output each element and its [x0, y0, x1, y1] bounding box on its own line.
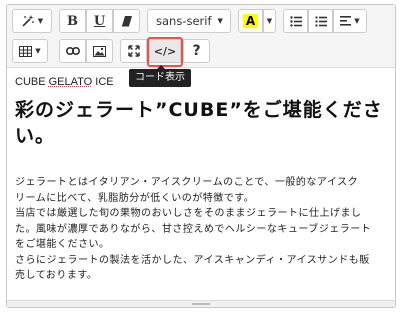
- color-dropdown-button[interactable]: ▼: [263, 9, 276, 33]
- bold-label: B: [67, 13, 78, 29]
- small-title-underlined: GELATO: [48, 76, 93, 88]
- fullscreen-icon: [127, 45, 140, 57]
- code-view-tooltip: コード表示: [129, 65, 191, 87]
- help-label: ?: [192, 43, 201, 59]
- editor-content-area[interactable]: CUBE GELATO ICE 彩のジェラート”CUBE”をご堪能ください。 ジ…: [15, 75, 387, 284]
- resize-grip-icon: [192, 303, 210, 305]
- paragraph-line: た。風味が濃厚でありながら、甘さ控えめでヘルシーなキューブジェラート: [15, 223, 372, 235]
- magic-wand-icon: [21, 14, 35, 28]
- paragraph-line: 当店では厳選した旬の果物のおいしさをそのままジェラートに仕上げまし: [15, 208, 362, 219]
- text-color-label: A: [242, 14, 259, 28]
- font-family-value: sans-serif: [156, 14, 212, 28]
- text-color-button[interactable]: A: [238, 9, 263, 33]
- insert-link-button[interactable]: [59, 39, 86, 63]
- underline-button[interactable]: U: [86, 9, 113, 33]
- chevron-down-icon: ▼: [354, 17, 360, 25]
- description-paragraph: ジェラートとはイタリアン・アイスクリームのことで、一般的なアイスク リームに比べ…: [15, 175, 387, 284]
- editor-resize-handle[interactable]: [7, 300, 395, 307]
- small-title-suffix: ICE: [92, 76, 114, 88]
- ordered-list-icon: [315, 16, 327, 27]
- small-title: CUBE GELATO ICE: [15, 75, 387, 89]
- link-icon: [65, 47, 80, 55]
- insert-picture-button[interactable]: [86, 39, 113, 63]
- chevron-down-icon: ▼: [37, 17, 44, 25]
- picture-icon: [93, 45, 106, 57]
- paragraph-line: さらにジェラートの製法を活かした、アイスキャンディ・アイスサンドも販: [15, 254, 370, 266]
- main-heading: 彩のジェラート”CUBE”をご堪能ください。: [15, 99, 383, 147]
- chevron-down-icon: ▼: [217, 17, 223, 25]
- chevron-down-icon: ▼: [35, 47, 41, 55]
- table-dropdown-button[interactable]: ▼: [12, 39, 48, 63]
- ordered-list-button[interactable]: [308, 9, 333, 33]
- bold-button[interactable]: B: [59, 9, 86, 33]
- eraser-icon: [121, 15, 133, 27]
- clear-format-button[interactable]: [113, 9, 140, 33]
- paragraph-line: リームに比べて、乳脂肪分が低くいのが特徴です。: [15, 192, 255, 204]
- paragraph-line: 売しております。: [15, 270, 98, 281]
- fullscreen-button[interactable]: [120, 39, 147, 63]
- code-view-highlight-box: [147, 37, 183, 67]
- align-left-icon: [340, 16, 352, 26]
- style-dropdown-button[interactable]: ▼: [12, 9, 52, 33]
- font-family-dropdown[interactable]: sans-serif ▼: [147, 9, 231, 33]
- chevron-down-icon: ▼: [266, 17, 273, 25]
- editor-toolbar: ▼ B U sans-serif ▼ A ▼ ▼ ▼ </> ?: [7, 5, 395, 68]
- unordered-list-button[interactable]: [283, 9, 308, 33]
- help-button[interactable]: ?: [183, 39, 210, 63]
- small-title-prefix: CUBE: [15, 76, 49, 88]
- unordered-list-icon: [289, 15, 302, 27]
- underline-label: U: [93, 13, 106, 29]
- paragraph-line: ジェラートとはイタリアン・アイスクリームのことで、一般的なアイスク: [15, 177, 359, 188]
- paragraph-line: をご堪能ください。: [15, 239, 110, 250]
- table-icon: [19, 45, 33, 57]
- rich-text-editor: ▼ B U sans-serif ▼ A ▼ ▼ ▼ </> ? CUBE GE…: [6, 4, 396, 308]
- paragraph-align-dropdown[interactable]: ▼: [333, 9, 367, 33]
